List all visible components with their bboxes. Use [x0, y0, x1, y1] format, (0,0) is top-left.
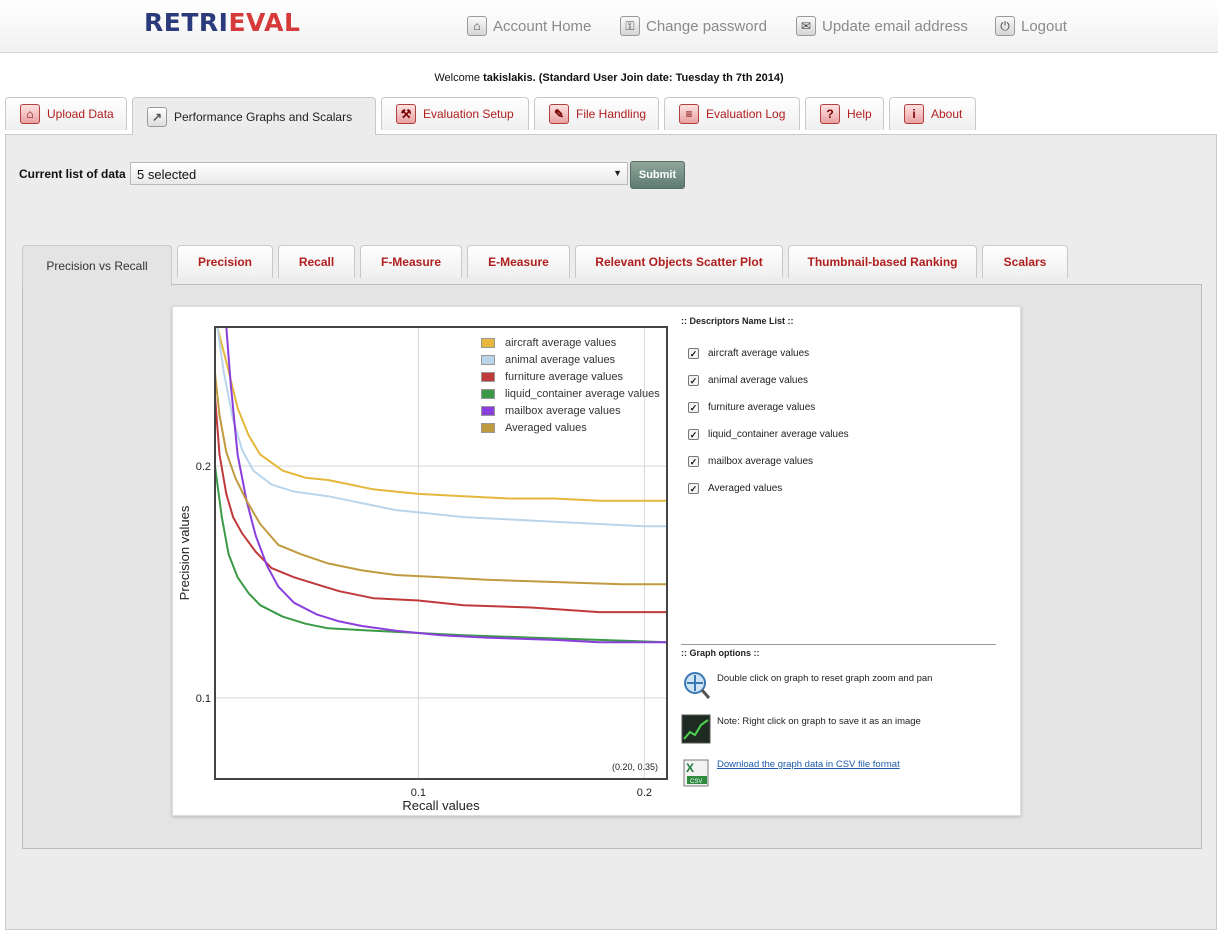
zoom-reset-note: Double click on graph to reset graph zoo…: [717, 673, 933, 684]
retrieval-logo[interactable]: RETRIEVAL: [144, 8, 300, 37]
question-icon: ?: [820, 104, 840, 124]
subtab-precision-vs-recall[interactable]: Precision vs Recall: [22, 245, 172, 286]
svg-text:X: X: [686, 761, 694, 775]
nav-account-home[interactable]: ⌂ Account Home: [467, 15, 591, 37]
checkbox-checked-icon[interactable]: ✓: [688, 401, 699, 413]
legend-liquid-container: liquid_container average values: [481, 387, 660, 401]
top-header: RETRIEVAL ⌂ Account Home ⚿ Change password…: [0, 0, 1218, 53]
wrench-icon: ⚒: [396, 104, 416, 124]
legend-furniture: furniture average values: [481, 370, 623, 384]
legend-swatch: [481, 372, 495, 382]
section-divider: [681, 644, 996, 645]
tab-upload-data[interactable]: ⌂ Upload Data: [5, 97, 127, 130]
info-icon: i: [904, 104, 924, 124]
descriptors-title: :: Descriptors Name List ::: [681, 316, 794, 326]
legend-swatch: [481, 389, 495, 399]
checkbox-checked-icon[interactable]: ✓: [688, 374, 699, 386]
legend-mailbox: mailbox average values: [481, 404, 621, 418]
tab-file-handling[interactable]: ✎ File Handling: [534, 97, 659, 130]
legend-animal: animal average values: [481, 353, 615, 367]
descriptor-item[interactable]: ✓ liquid_container average values: [688, 427, 849, 441]
data-list-select[interactable]: 5 selected ▼: [130, 162, 628, 185]
checkbox-checked-icon[interactable]: ✓: [688, 455, 699, 467]
csv-file-icon: X CSV: [683, 759, 709, 787]
legend-swatch: [481, 423, 495, 433]
tab-help[interactable]: ? Help: [805, 97, 884, 130]
legend-swatch: [481, 338, 495, 348]
legend-swatch: [481, 355, 495, 365]
dropdown-arrow-icon: ▼: [613, 168, 622, 178]
subtab-scalars[interactable]: Scalars: [982, 245, 1068, 278]
data-list-label: Current list of data :: [19, 167, 134, 181]
subtab-e-measure[interactable]: E-Measure: [467, 245, 570, 278]
tab-evaluation-log[interactable]: ≡ Evaluation Log: [664, 97, 800, 130]
envelope-icon: ✉: [796, 16, 816, 36]
checkbox-checked-icon[interactable]: ✓: [688, 347, 699, 359]
nav-logout[interactable]: ⏻ Logout: [995, 15, 1067, 37]
checkbox-checked-icon[interactable]: ✓: [688, 428, 699, 440]
submit-button[interactable]: Submit: [630, 161, 685, 189]
descriptor-item[interactable]: ✓ aircraft average values: [688, 346, 809, 360]
welcome-message: Welcome takislakis. (Standard User Join …: [434, 72, 784, 84]
descriptor-item[interactable]: ✓ mailbox average values: [688, 454, 813, 468]
subtab-f-measure[interactable]: F-Measure: [360, 245, 462, 278]
legend-swatch: [481, 406, 495, 416]
y-tick-label: 0.1: [196, 693, 211, 705]
upload-home-icon: ⌂: [20, 104, 40, 124]
y-axis-label: Precision values: [177, 505, 192, 600]
tab-evaluation-setup[interactable]: ⚒ Evaluation Setup: [381, 97, 529, 130]
zoom-reset-icon: [684, 672, 711, 699]
x-tick-label: 0.2: [637, 787, 652, 799]
descriptor-item[interactable]: ✓ Averaged values: [688, 481, 782, 495]
save-graph-note: Note: Right click on graph to save it as…: [717, 716, 921, 727]
descriptor-item[interactable]: ✓ furniture average values: [688, 400, 815, 414]
key-icon: ⚿: [620, 16, 640, 36]
tab-about[interactable]: i About: [889, 97, 976, 130]
subtab-scatter-plot[interactable]: Relevant Objects Scatter Plot: [575, 245, 783, 278]
subtab-recall[interactable]: Recall: [278, 245, 355, 278]
svg-text:CSV: CSV: [690, 779, 702, 785]
legend-aircraft: aircraft average values: [481, 336, 616, 350]
log-list-icon: ≡: [679, 104, 699, 124]
legend-averaged: Averaged values: [481, 421, 587, 435]
save-graph-icon: [681, 714, 711, 744]
checkbox-checked-icon[interactable]: ✓: [688, 482, 699, 494]
descriptor-item[interactable]: ✓ animal average values: [688, 373, 808, 387]
y-tick-label: 0.2: [196, 461, 211, 473]
download-csv-link[interactable]: Download the graph data in CSV file form…: [717, 759, 900, 770]
power-icon: ⏻: [995, 16, 1015, 36]
subtab-precision[interactable]: Precision: [177, 245, 273, 278]
graph-icon: ↗: [147, 106, 167, 127]
cursor-coordinates: (0.20, 0.35): [612, 762, 659, 772]
file-edit-icon: ✎: [549, 104, 569, 124]
tab-performance-graphs[interactable]: ↗ Performance Graphs and Scalars: [132, 97, 376, 135]
graph-options-title: :: Graph options ::: [681, 648, 760, 658]
subtab-thumbnail-ranking[interactable]: Thumbnail-based Ranking: [788, 245, 977, 278]
nav-change-password[interactable]: ⚿ Change password: [620, 15, 767, 37]
x-axis-label: Recall values: [402, 798, 480, 813]
home-icon: ⌂: [467, 16, 487, 36]
nav-update-email[interactable]: ✉ Update email address: [796, 15, 968, 37]
